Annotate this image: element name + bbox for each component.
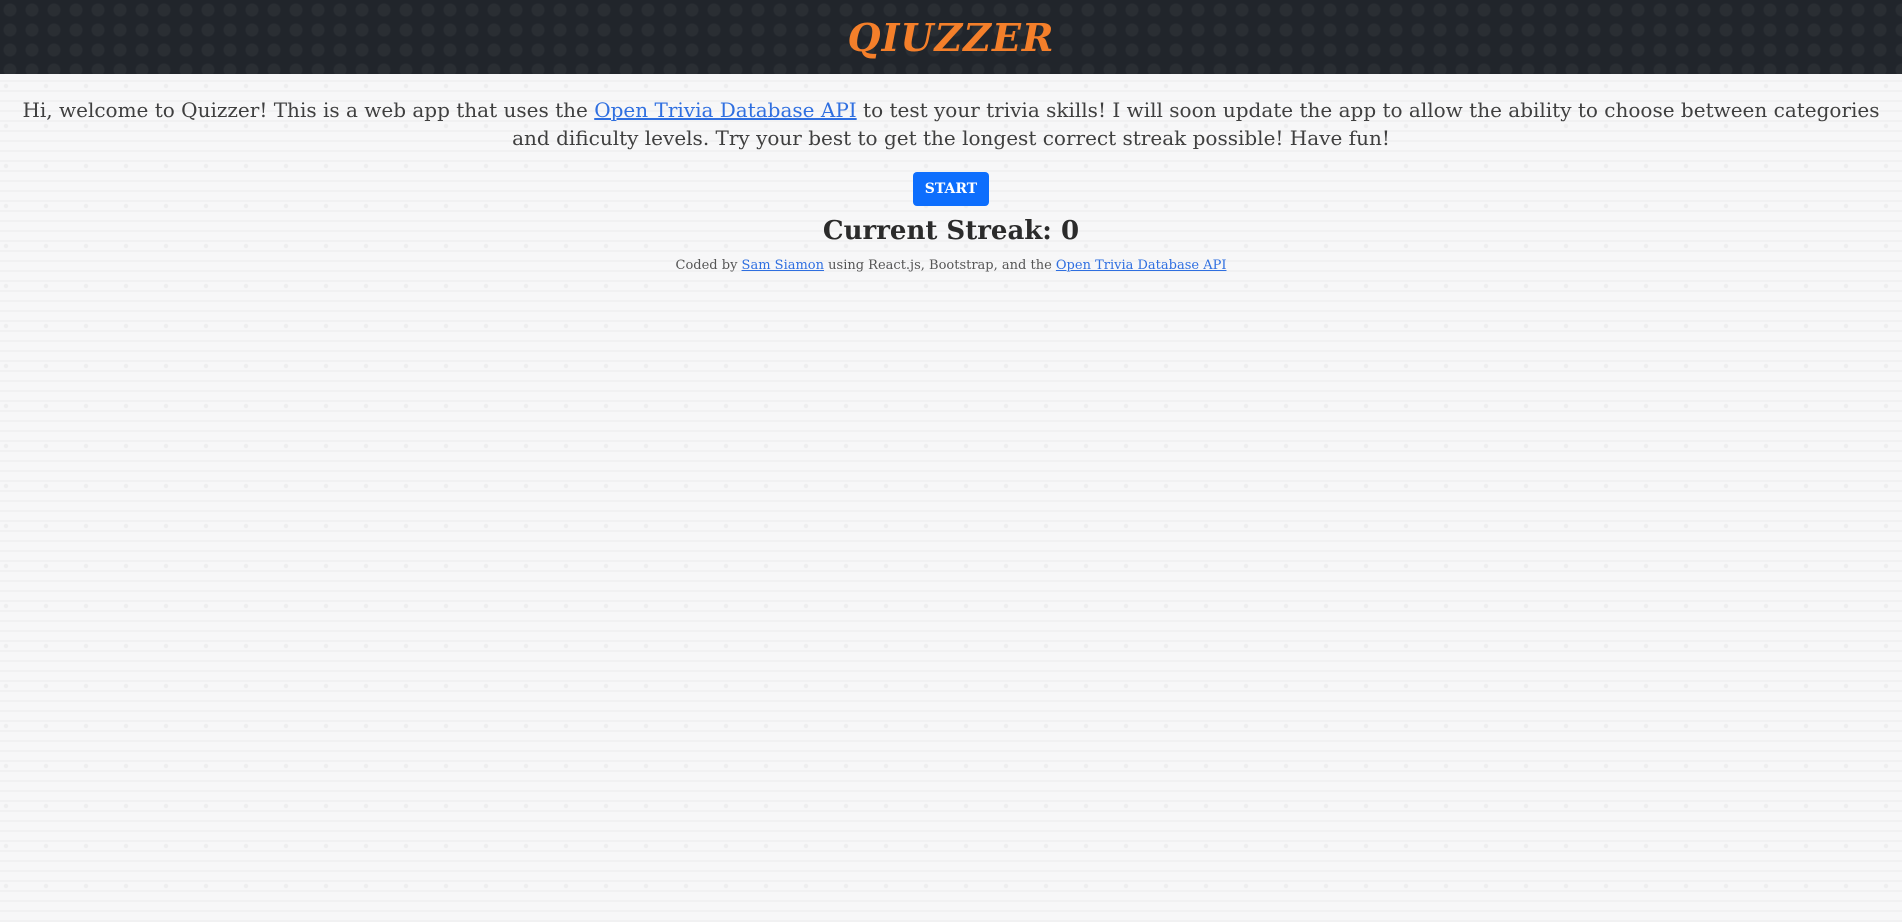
- start-button[interactable]: START: [912, 172, 990, 206]
- intro-paragraph: Hi, welcome to Quizzer! This is a web ap…: [11, 96, 1891, 152]
- footer-credits: Coded by Sam Siamon using React.js, Boot…: [10, 258, 1892, 273]
- author-link[interactable]: Sam Siamon: [742, 258, 824, 273]
- current-streak: Current Streak: 0: [10, 216, 1892, 246]
- open-trivia-api-link[interactable]: Open Trivia Database API: [594, 98, 856, 122]
- footer-api-link[interactable]: Open Trivia Database API: [1056, 258, 1227, 273]
- app-logo-title: QIUZZER: [847, 14, 1055, 60]
- credits-prefix: Coded by: [675, 258, 742, 273]
- app-header: QIUZZER: [0, 0, 1902, 74]
- main-content: Hi, welcome to Quizzer! This is a web ap…: [0, 74, 1902, 273]
- intro-text-before-link: Hi, welcome to Quizzer! This is a web ap…: [22, 98, 595, 122]
- credits-middle: using React.js, Bootstrap, and the: [824, 258, 1056, 273]
- streak-value: 0: [1060, 216, 1080, 246]
- streak-label: Current Streak:: [822, 216, 1061, 246]
